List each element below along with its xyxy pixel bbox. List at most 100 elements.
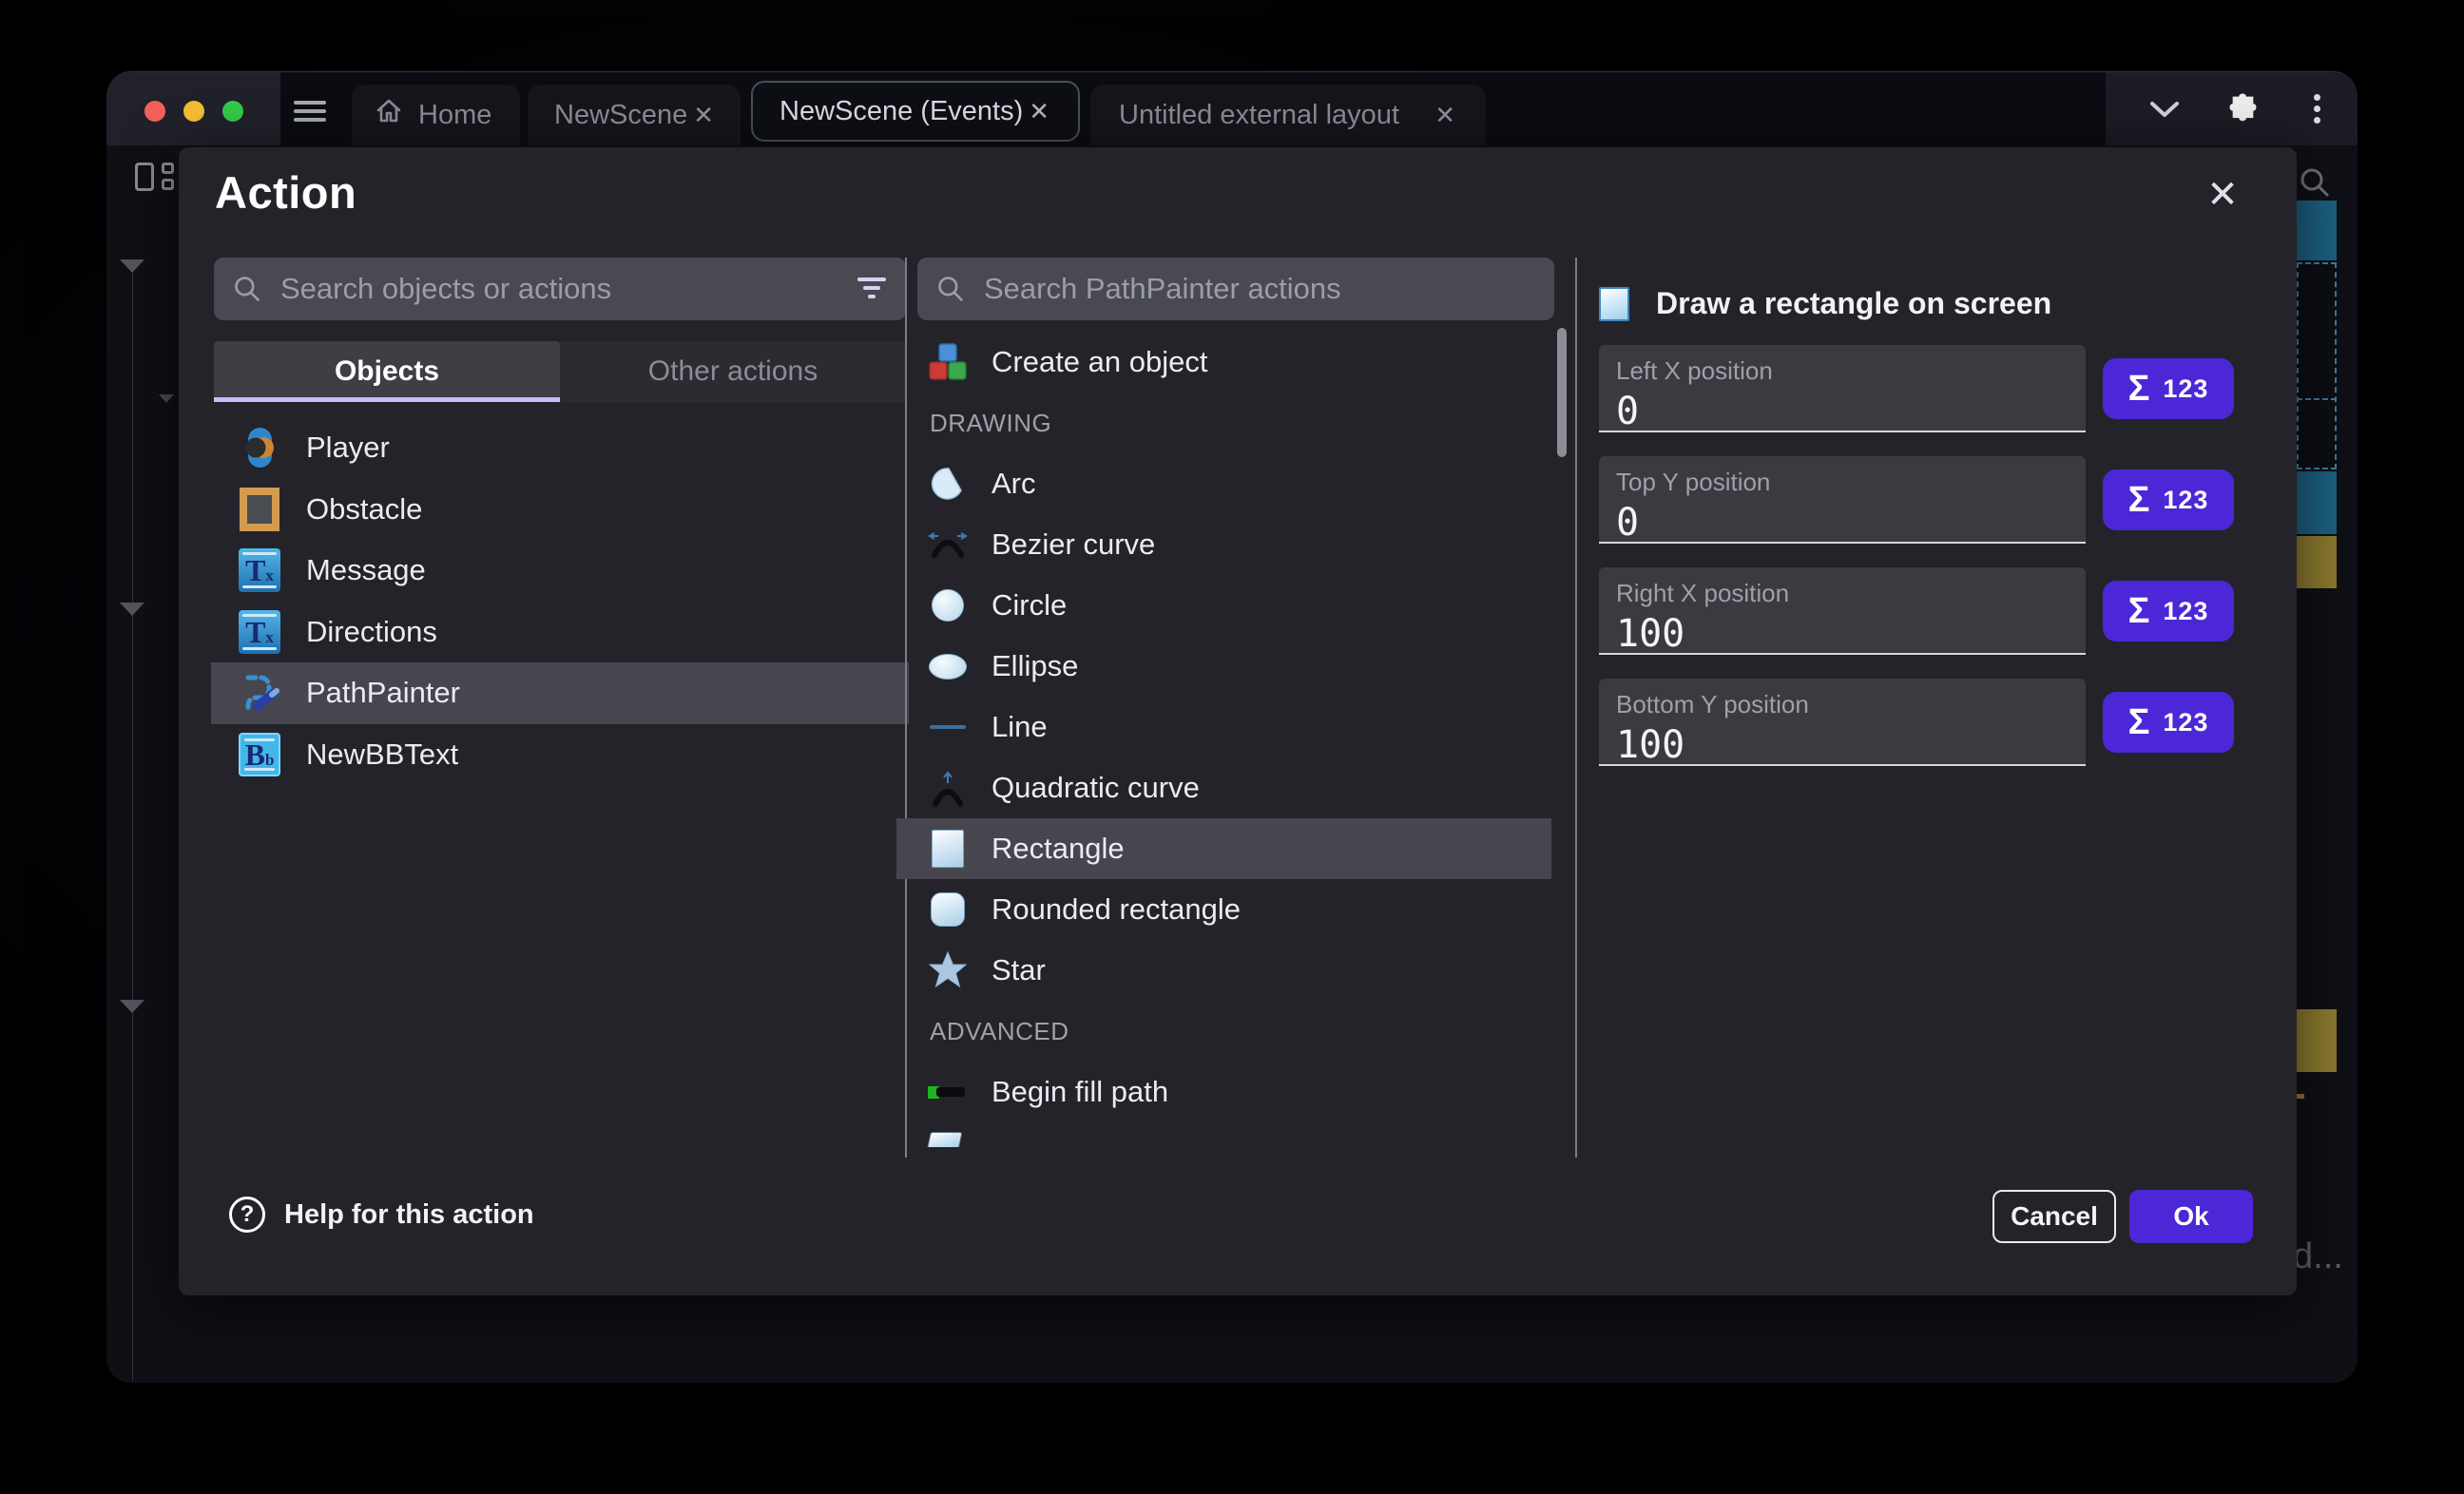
action-item-rectangle[interactable]: Rectangle [896,818,1551,879]
app-window: Home NewScene ✕ NewScene (Events) ✕ Unti… [106,71,2358,1383]
rectangle-action-icon [1599,287,1629,321]
tab-other-actions[interactable]: Other actions [560,341,906,402]
event-block [2297,536,2337,588]
extensions-puzzle-icon[interactable] [2212,72,2269,145]
layout-panels-icon [135,163,179,193]
actions-search-box [917,258,1554,320]
action-item-rounded-rectangle[interactable]: Rounded rectangle [896,879,1551,940]
event-block-dashed [2297,262,2337,469]
right-x-position-field[interactable]: Right X position 100 [1599,567,2086,655]
bbtext-icon: Bb [238,733,281,776]
action-item-ellipse[interactable]: Ellipse [896,636,1551,697]
list-item-pathpainter[interactable]: PathPainter [211,662,909,724]
expression-editor-button[interactable]: Σ 123 [2103,469,2234,530]
action-item-quadratic-curve[interactable]: Quadratic curve [896,757,1551,818]
action-title: Draw a rectangle on screen [1656,286,2051,321]
zoom-window-button[interactable] [222,101,243,122]
tab-untitled-external-layout[interactable]: Untitled external layout ✕ [1090,85,1486,145]
cancel-button[interactable]: Cancel [1992,1190,2116,1243]
list-item-message[interactable]: Tx Message [211,540,909,602]
field-row-left-x: Left X position 0 Σ 123 [1599,345,2276,432]
rectangle-icon [927,828,969,870]
event-block [2297,1009,2337,1072]
action-item-partially-visible[interactable] [896,1122,1551,1147]
event-block-divider [2297,398,2337,400]
action-item-create-object[interactable]: Create an object [896,332,1551,393]
expression-editor-button[interactable]: Σ 123 [2103,692,2234,753]
expression-editor-button[interactable]: Σ 123 [2103,358,2234,419]
action-item-begin-fill-path[interactable]: Begin fill path [896,1062,1551,1122]
obstacle-icon [238,488,281,531]
sigma-icon: Σ [2128,702,2150,743]
help-link[interactable]: ? Help for this action [229,1197,534,1233]
close-tab-icon[interactable]: ✕ [1429,103,1461,127]
ok-button[interactable]: Ok [2129,1190,2253,1243]
dialog-title: Action [215,166,356,219]
section-header: ADVANCED [896,1001,1551,1062]
minimize-window-button[interactable] [183,101,204,122]
tab-label: NewScene [554,100,687,131]
text-object-icon: Tx [238,610,281,654]
action-item-star[interactable]: Star [896,940,1551,1001]
tab-newscene-events[interactable]: NewScene (Events) ✕ [751,81,1080,142]
sigma-icon: Σ [2128,591,2150,632]
bottom-y-position-field[interactable]: Bottom Y position 100 [1599,679,2086,766]
close-window-button[interactable] [144,101,165,122]
cubes-icon [927,341,969,383]
tab-home[interactable]: Home [352,85,520,145]
tab-label: NewScene (Events) [780,96,1023,127]
list-item-obstacle[interactable]: Obstacle [211,479,909,541]
collapse-arrow-icon [120,1000,144,1013]
clipped-action-icon [927,1132,962,1147]
text-object-icon: Tx [238,548,281,592]
expression-editor-button[interactable]: Σ 123 [2103,581,2234,642]
field-row-top-y: Top Y position 0 Σ 123 [1599,456,2276,544]
actions-scrollbar-thumb[interactable] [1557,328,1567,457]
actions-panel: Create an object DRAWING Arc Bezier curv [917,258,1554,1147]
panel-divider [1575,258,1577,1158]
list-item-player[interactable]: Player [211,417,909,479]
sigma-icon: Σ [2128,369,2150,410]
close-tab-icon[interactable]: ✕ [1023,99,1055,124]
field-row-right-x: Right X position 100 Σ 123 [1599,567,2276,655]
action-dialog: Action ✕ Objects Other actions [179,147,2297,1295]
action-item-line[interactable]: Line [896,697,1551,757]
toolbar-right [2106,72,2358,145]
search-icon [233,275,261,303]
top-y-position-field[interactable]: Top Y position 0 [1599,456,2086,544]
objects-search-input[interactable] [279,271,857,307]
actions-search-input[interactable] [982,271,1535,307]
close-dialog-icon[interactable]: ✕ [2198,170,2247,220]
objects-panel: Objects Other actions Player Obstacle [214,258,906,785]
action-item-circle[interactable]: Circle [896,575,1551,636]
event-tree-line [132,259,133,1381]
action-item-bezier-curve[interactable]: Bezier curve [896,514,1551,575]
action-config-panel: Draw a rectangle on screen Left X positi… [1599,258,2276,766]
star-icon [927,949,969,991]
close-tab-icon[interactable]: ✕ [687,103,720,127]
tab-newscene[interactable]: NewScene ✕ [528,85,741,145]
action-item-arc[interactable]: Arc [896,453,1551,514]
tab-bar: Home NewScene ✕ NewScene (Events) ✕ Unti… [106,72,2358,145]
search-icon [936,275,965,303]
hamburger-menu-icon[interactable] [289,72,331,145]
collapse-arrow-icon [159,394,174,403]
objects-search-box [214,258,906,320]
list-item-directions[interactable]: Tx Directions [211,602,909,663]
ellipse-icon [927,645,969,687]
field-row-bottom-y: Bottom Y position 100 Σ 123 [1599,679,2276,766]
quadratic-icon [927,767,969,809]
events-editor-background: d... Action ✕ Objects Other actions [106,145,2358,1383]
tab-label: Untitled external layout [1119,100,1399,131]
list-item-newbbtext[interactable]: Bb NewBBText [211,724,909,786]
tab-objects[interactable]: Objects [214,341,560,402]
filter-icon[interactable] [857,276,887,302]
window-controls [106,72,280,145]
collapse-arrow-icon [120,259,144,273]
left-x-position-field[interactable]: Left X position 0 [1599,345,2086,432]
objects-list: Player Obstacle Tx Message Tx Directions [211,417,909,785]
chevron-down-icon[interactable] [2136,72,2193,145]
more-options-kebab-icon[interactable] [2288,72,2345,145]
event-block [2297,471,2337,534]
action-header: Draw a rectangle on screen [1599,286,2276,321]
